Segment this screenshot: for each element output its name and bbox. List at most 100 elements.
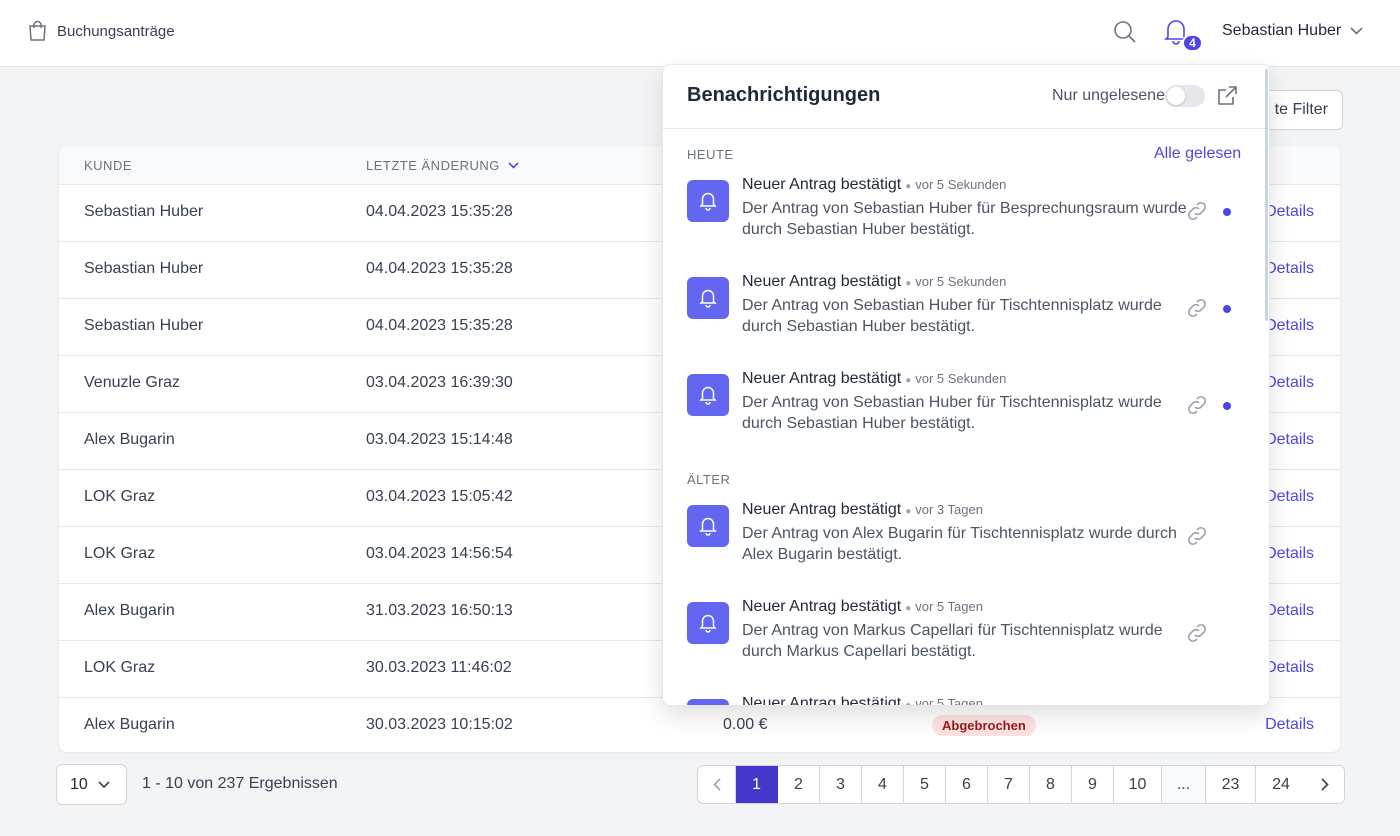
page-button[interactable]: 8 — [1030, 766, 1072, 803]
page-button[interactable]: 4 — [862, 766, 904, 803]
shopping-bag-icon — [29, 20, 46, 41]
notification-time: vor 5 Sekunden — [915, 274, 1007, 289]
last-change-cell: 03.04.2023 16:39:30 — [366, 374, 513, 391]
bell-icon — [699, 386, 717, 405]
search-icon[interactable] — [1113, 20, 1137, 44]
notification-time: vor 3 Tagen — [915, 502, 983, 517]
next-page-button[interactable] — [1306, 766, 1344, 803]
page-button[interactable]: 23 — [1206, 766, 1256, 803]
link-icon[interactable] — [1186, 622, 1208, 644]
chevron-right-icon — [1321, 778, 1329, 791]
brand-label: Buchungsanträge — [57, 22, 175, 40]
bell-icon — [699, 517, 717, 536]
details-link[interactable]: Details — [1265, 317, 1314, 335]
unread-dot — [1223, 305, 1231, 313]
notification-icon — [687, 180, 729, 222]
section-older-label: ÄLTER — [687, 472, 731, 487]
amount-cell: 0.00 € — [723, 716, 768, 733]
link-icon[interactable] — [1186, 394, 1208, 416]
details-link[interactable]: Details — [1265, 374, 1314, 392]
notification-title-line: Neuer Antrag bestätigt ● vor 5 Sekunden — [742, 370, 1006, 388]
last-change-cell: 03.04.2023 14:56:54 — [366, 545, 513, 562]
previous-page-button[interactable] — [698, 766, 736, 803]
brand[interactable]: Buchungsanträge — [28, 20, 175, 42]
customer-cell: Sebastian Huber — [84, 260, 204, 277]
customer-cell: LOK Graz — [84, 545, 156, 562]
details-link[interactable]: Details — [1265, 602, 1314, 620]
details-link[interactable]: Details — [1265, 545, 1314, 563]
details-link[interactable]: Details — [1265, 716, 1314, 734]
customer-cell: Alex Bugarin — [84, 716, 175, 733]
page-button[interactable]: 7 — [988, 766, 1030, 803]
notification-item[interactable]: Neuer Antrag bestätigt ● vor 5 Sekunden Der… — [687, 273, 1247, 357]
status-badge: Abgebrochen — [932, 715, 1036, 736]
unread-only-toggle[interactable] — [1165, 85, 1205, 107]
notification-item[interactable]: Neuer Antrag bestätigt ● vor 5 Tagen — [687, 695, 1247, 705]
customer-cell: LOK Graz — [84, 659, 156, 676]
mark-all-read-button[interactable]: Alle gelesen — [1154, 145, 1241, 163]
customer-cell: Alex Bugarin — [84, 431, 175, 448]
notification-time: vor 5 Tagen — [915, 599, 983, 614]
details-link[interactable]: Details — [1265, 659, 1314, 677]
user-menu[interactable]: Sebastian Huber — [1222, 22, 1363, 40]
page-button[interactable]: 9 — [1072, 766, 1114, 803]
user-name: Sebastian Huber — [1222, 22, 1342, 39]
notification-item[interactable]: Neuer Antrag bestätigt ● vor 5 Tagen Der An… — [687, 598, 1247, 682]
link-icon[interactable] — [1186, 297, 1208, 319]
notification-title-line: Neuer Antrag bestätigt ● vor 5 Tagen — [742, 598, 983, 616]
notification-icon — [687, 374, 729, 416]
unread-dot — [1223, 402, 1231, 410]
scrollbar[interactable] — [1265, 69, 1268, 321]
notification-title-line: Neuer Antrag bestätigt ● vor 5 Tagen — [742, 695, 983, 706]
separator-dot: ● — [905, 375, 912, 386]
column-last-change[interactable]: LETZTE ÄNDERUNG — [366, 158, 519, 173]
last-change-cell: 04.04.2023 15:35:28 — [366, 203, 513, 220]
top-bar: Buchungsanträge 4 Sebastian Huber — [0, 0, 1400, 67]
page-button[interactable]: 1 — [736, 766, 778, 803]
page-button[interactable]: 24 — [1256, 766, 1306, 803]
unread-only-label: Nur ungelesene — [1052, 87, 1165, 104]
pagination: 1 2 3 4 5 6 7 8 9 10... 23 24 — [697, 765, 1345, 804]
details-link[interactable]: Details — [1265, 203, 1314, 221]
filter-button-label: te Filter — [1274, 101, 1328, 118]
separator-dot: ● — [905, 278, 912, 289]
details-link[interactable]: Details — [1265, 488, 1314, 506]
separator-dot: ● — [905, 700, 912, 706]
notification-time: vor 5 Sekunden — [915, 371, 1007, 386]
notification-title: Neuer Antrag bestätigt — [742, 370, 902, 387]
external-link-icon[interactable] — [1216, 85, 1238, 107]
notification-icon — [687, 505, 729, 547]
details-link[interactable]: Details — [1265, 260, 1314, 278]
notification-item[interactable]: Neuer Antrag bestätigt ● vor 5 Sekunden Der… — [687, 370, 1247, 454]
customer-cell: Sebastian Huber — [84, 203, 204, 220]
page-button[interactable]: 10 — [1114, 766, 1162, 803]
page-button[interactable]: 3 — [820, 766, 862, 803]
link-icon[interactable] — [1186, 525, 1208, 547]
notification-item[interactable]: Neuer Antrag bestätigt ● vor 5 Sekunden Der… — [687, 176, 1247, 260]
notifications-header: Benachrichtigungen Nur ungelesene — [663, 65, 1269, 129]
last-change-cell: 30.03.2023 11:46:02 — [366, 659, 512, 676]
notification-item[interactable]: Neuer Antrag bestätigt ● vor 3 Tagen Der An… — [687, 501, 1247, 585]
column-customer[interactable]: KUNDE — [84, 158, 132, 173]
notification-time: vor 5 Sekunden — [915, 177, 1007, 192]
last-change-cell: 30.03.2023 10:15:02 — [366, 716, 513, 733]
details-link[interactable]: Details — [1265, 431, 1314, 449]
notification-body: Der Antrag von Sebastian Huber für Bespr… — [742, 200, 1187, 238]
customer-cell: Sebastian Huber — [84, 317, 204, 334]
notification-title-line: Neuer Antrag bestätigt ● vor 3 Tagen — [742, 501, 983, 519]
notification-title: Neuer Antrag bestätigt — [742, 598, 902, 615]
page-button[interactable]: 6 — [946, 766, 988, 803]
notification-title-line: Neuer Antrag bestätigt ● vor 5 Sekunden — [742, 273, 1006, 291]
page-button[interactable]: 5 — [904, 766, 946, 803]
sort-chevron-down-icon — [508, 162, 519, 169]
customer-cell: Alex Bugarin — [84, 602, 175, 619]
page-size-select[interactable]: 10 — [56, 764, 127, 805]
page-button[interactable]: 2 — [778, 766, 820, 803]
link-icon[interactable] — [1186, 200, 1208, 222]
notification-count-badge: 4 — [1182, 34, 1203, 52]
last-change-cell: 31.03.2023 16:50:13 — [366, 602, 513, 619]
notifications-panel: Benachrichtigungen Nur ungelesene HEUTE … — [662, 64, 1270, 706]
page-ellipsis: ... — [1162, 766, 1206, 803]
notification-title: Neuer Antrag bestätigt — [742, 176, 902, 193]
last-change-cell: 03.04.2023 15:14:48 — [366, 431, 513, 448]
